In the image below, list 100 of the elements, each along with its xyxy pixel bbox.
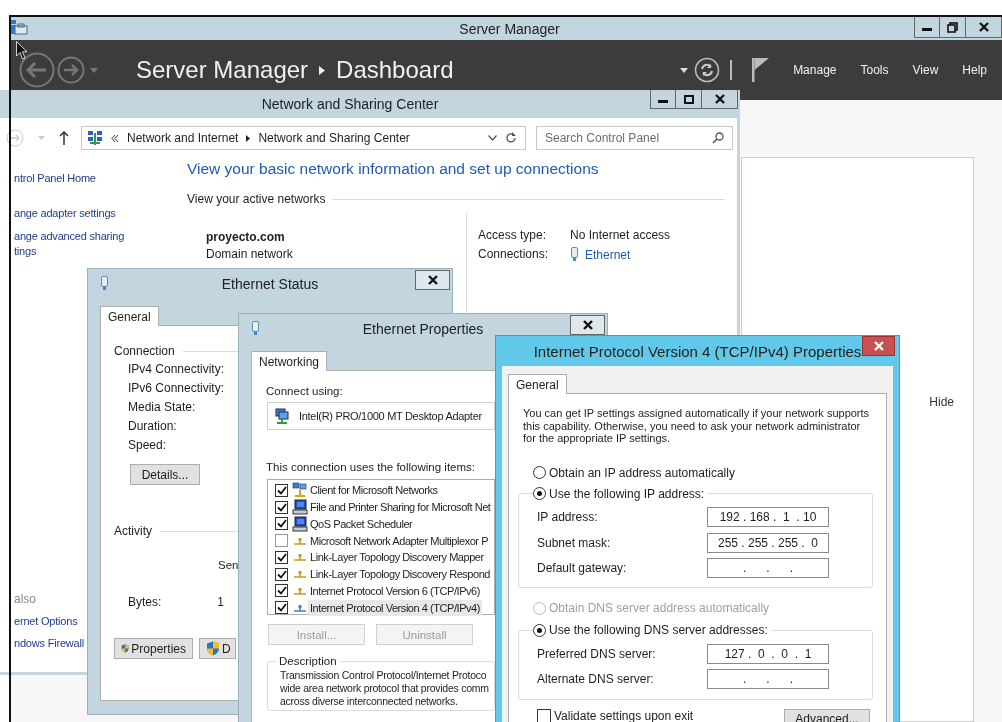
computer-icon: [292, 515, 308, 532]
refresh-icon[interactable]: [694, 57, 721, 83]
address-item[interactable]: Network and Internet: [127, 131, 239, 145]
details-button[interactable]: Details...: [130, 464, 200, 485]
nav-link[interactable]: ange advanced sharing tings: [14, 229, 125, 259]
window-title: Network and Sharing Center: [261, 96, 439, 112]
radio-option[interactable]: Use the following IP address:: [533, 486, 705, 501]
close-button[interactable]: [570, 315, 605, 335]
window-title: Ethernet Status: [221, 275, 319, 292]
flag-icon[interactable]: [752, 58, 770, 82]
field-label: IP address:: [537, 510, 599, 525]
network-category[interactable]: Domain network: [206, 246, 466, 263]
radio-option[interactable]: Use the following DNS server addresses:: [533, 623, 768, 637]
dropdown-icon[interactable]: [488, 135, 497, 141]
column-label: Sen: [218, 558, 239, 572]
close-button[interactable]: [966, 17, 1002, 38]
ip-address-field[interactable]: 255 . 255 . 255 . 0: [707, 532, 829, 553]
chevron-icon: [319, 65, 326, 75]
close-icon: [582, 320, 593, 330]
maximize-icon: [683, 94, 694, 104]
list-item[interactable]: Link-Layer Topology Discovery Respond: [308, 566, 493, 583]
address-item[interactable]: Network and Sharing Center: [258, 131, 410, 145]
checkbox[interactable]: [275, 517, 288, 531]
tab[interactable]: General: [100, 306, 159, 326]
network-icon: [87, 130, 103, 146]
list-item[interactable]: Link-Layer Topology Discovery Mapper: [308, 549, 486, 566]
nav-link[interactable]: ntrol Panel Home: [14, 171, 96, 185]
connection-link[interactable]: Ethernet: [585, 247, 631, 262]
field-label: Default gateway:: [537, 561, 628, 576]
field-label: Media State:: [128, 399, 196, 416]
nav-link[interactable]: ange adapter settings: [14, 206, 116, 220]
ethernet-icon: [570, 247, 579, 262]
ip-address-field[interactable]: . . .: [707, 669, 829, 690]
field-label: Duration:: [128, 418, 177, 435]
ip-address-field[interactable]: 192 . 168 . 1 . 10: [707, 507, 829, 528]
group-label: Activity: [114, 524, 152, 538]
maximize-button[interactable]: [676, 90, 702, 109]
list-item[interactable]: Internet Protocol Version 4 (TCP/IPv4): [308, 599, 482, 616]
close-icon: [427, 275, 438, 285]
field-label: Access type:: [478, 228, 548, 242]
close-button[interactable]: [702, 90, 738, 109]
refresh-icon[interactable]: [505, 132, 517, 144]
list-item[interactable]: Client for Microsoft Networks: [308, 482, 440, 499]
caret-icon[interactable]: [680, 67, 689, 73]
forward-icon[interactable]: [6, 129, 24, 147]
intro-text: You can get IP settings assigned automatically if your network supports this capability. Otherwise, you need to ask your network administrator for the appropriate IP settings.: [523, 407, 871, 445]
menu-item[interactable]: Tools: [848, 55, 901, 85]
list-item[interactable]: Microsoft Network Adapter Multiplexor P: [308, 532, 491, 549]
chevrons-icon[interactable]: [111, 134, 119, 142]
close-icon: [873, 341, 884, 351]
field-label: Alternate DNS server:: [537, 672, 655, 687]
checkbox[interactable]: [275, 534, 288, 548]
close-button[interactable]: [862, 336, 895, 356]
up-arrow-icon[interactable]: [59, 131, 69, 145]
search-field[interactable]: Search Control Panel: [536, 126, 733, 150]
menu-item[interactable]: Manage: [781, 55, 849, 85]
field-label: Speed:: [128, 437, 167, 454]
checkbox-option[interactable]: Validate settings upon exit: [537, 709, 694, 722]
ethernet-icon: [100, 276, 109, 291]
nav-link[interactable]: ernet Options: [14, 614, 78, 628]
checkbox[interactable]: [275, 567, 288, 581]
breadcrumb-item[interactable]: Server Manager: [136, 56, 309, 84]
checkbox[interactable]: [275, 550, 288, 564]
breadcrumb-item[interactable]: Dashboard: [336, 56, 454, 84]
checkbox[interactable]: [275, 500, 288, 514]
advanced-button[interactable]: Advanced...: [784, 709, 870, 722]
list-item[interactable]: Internet Protocol Version 6 (TCP/IPv6): [308, 582, 482, 599]
list-item[interactable]: QoS Packet Scheduler: [308, 515, 415, 532]
menu-item[interactable]: Help: [950, 55, 999, 85]
checkbox[interactable]: [275, 483, 288, 497]
shield-button[interactable]: D: [199, 638, 236, 659]
minimize-button[interactable]: [914, 17, 940, 38]
adapter-field: Intel(R) PRO/1000 MT Desktop Adapter: [267, 402, 495, 430]
radio-option[interactable]: Obtain an IP address automatically: [533, 465, 735, 480]
field-label: Subnet mask:: [537, 535, 612, 550]
back-icon[interactable]: [19, 52, 55, 88]
shield-button[interactable]: Properties: [114, 638, 193, 659]
tab[interactable]: General: [508, 374, 567, 394]
network-name: proyecto.com: [206, 229, 286, 246]
ip-address-field[interactable]: 127 . 0 . 0 . 1: [707, 643, 829, 664]
tab[interactable]: Networking: [251, 351, 328, 371]
restore-icon: [947, 21, 958, 33]
network-computers-icon: [292, 482, 308, 499]
nav-link[interactable]: ndows Firewall: [14, 636, 84, 650]
checkbox[interactable]: [275, 584, 288, 598]
list-item[interactable]: File and Printer Sharing for Microsoft Net: [308, 499, 493, 516]
address-bar[interactable]: Network and Internet Network and Sharing Center: [81, 126, 526, 150]
field-label: Preferred DNS server:: [537, 646, 657, 661]
hide-link[interactable]: Hide: [929, 395, 954, 409]
menu-item[interactable]: View: [900, 55, 951, 85]
chevron-icon[interactable]: [246, 134, 251, 142]
checkbox[interactable]: [275, 601, 288, 615]
field-value: No Internet access: [570, 228, 671, 242]
restore-button[interactable]: [940, 17, 966, 38]
ip-address-field[interactable]: . . .: [707, 558, 829, 579]
see-also-heading: also: [14, 592, 36, 606]
description-text: Transmission Control Protocol/Internet Protoco wide area network protocol that provides comm across diverse interconnected networks.: [280, 669, 489, 708]
close-button[interactable]: [415, 270, 450, 290]
minimize-button[interactable]: [650, 90, 676, 109]
page-heading: View your basic network information and set up connections: [187, 160, 600, 178]
